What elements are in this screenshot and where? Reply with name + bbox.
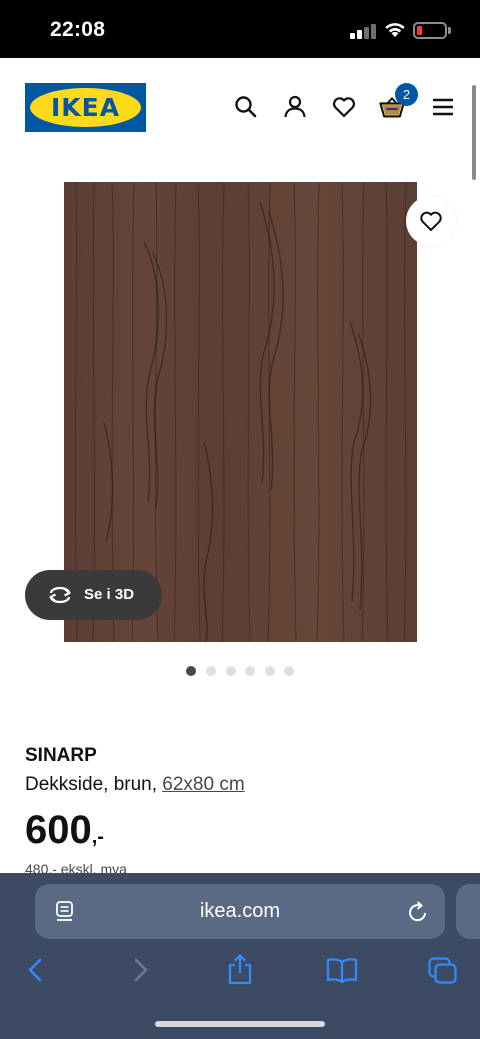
browser-toolbar: ikea.com bbox=[0, 873, 480, 1039]
carousel-dot[interactable] bbox=[265, 666, 275, 676]
tabs-icon[interactable] bbox=[428, 957, 458, 985]
ikea-logo[interactable]: IKEA bbox=[25, 83, 146, 132]
logo-text: IKEA bbox=[50, 93, 121, 122]
home-indicator[interactable] bbox=[155, 1021, 325, 1027]
reload-icon[interactable] bbox=[407, 900, 429, 924]
battery-cap bbox=[448, 27, 451, 34]
user-icon[interactable] bbox=[282, 94, 308, 120]
page-scrollbar[interactable] bbox=[472, 85, 476, 180]
status-bar: 22:08 bbox=[0, 0, 480, 58]
view-in-3d-label: Se i 3D bbox=[84, 586, 135, 603]
carousel-dot[interactable] bbox=[186, 666, 196, 676]
back-icon[interactable] bbox=[26, 957, 46, 983]
carousel-dot[interactable] bbox=[245, 666, 255, 676]
product-size-link[interactable]: 62x80 cm bbox=[162, 774, 244, 795]
heart-icon bbox=[420, 211, 442, 231]
address-bar[interactable]: ikea.com bbox=[35, 884, 445, 939]
price-suffix: ,- bbox=[91, 826, 104, 848]
search-icon[interactable] bbox=[233, 94, 259, 120]
product-price: 600,- bbox=[25, 808, 104, 853]
product-description: Dekkside, brun, 62x80 cm bbox=[25, 774, 245, 796]
cart-count-badge: 2 bbox=[395, 83, 418, 106]
forward-icon[interactable] bbox=[130, 957, 150, 983]
url-text: ikea.com bbox=[199, 900, 281, 922]
product-name: SINARP bbox=[25, 745, 97, 766]
site-header: IKEA 2 bbox=[0, 58, 480, 158]
share-icon[interactable] bbox=[226, 953, 254, 985]
battery-icon bbox=[413, 22, 447, 39]
cellular-signal-icon bbox=[350, 23, 376, 39]
carousel-dot[interactable] bbox=[206, 666, 216, 676]
next-tab-preview[interactable] bbox=[456, 884, 480, 939]
status-time: 22:08 bbox=[50, 18, 106, 41]
add-to-favourites-button[interactable] bbox=[406, 196, 456, 246]
view-in-3d-button[interactable]: Se i 3D bbox=[25, 570, 162, 620]
rotate-3d-icon bbox=[49, 586, 71, 604]
menu-icon[interactable] bbox=[430, 94, 456, 120]
price-amount: 600 bbox=[25, 808, 92, 852]
carousel-dot[interactable] bbox=[226, 666, 236, 676]
wifi-icon bbox=[385, 23, 405, 37]
carousel-dot[interactable] bbox=[284, 666, 294, 676]
product-description-text: Dekkside, brun, bbox=[25, 774, 163, 795]
bookmarks-icon[interactable] bbox=[326, 957, 358, 983]
favourites-icon[interactable] bbox=[331, 94, 357, 120]
